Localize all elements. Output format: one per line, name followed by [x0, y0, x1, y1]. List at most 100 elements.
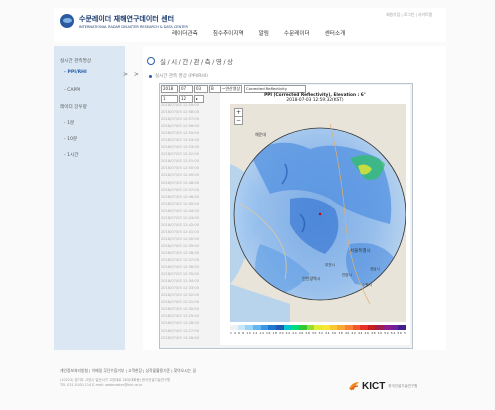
- logo-icon: [60, 14, 74, 28]
- colorbar-swatch: [398, 325, 407, 330]
- nav-item-radar-observation[interactable]: 레이더관측: [172, 29, 198, 37]
- time-list-item[interactable]: 2018/07/03 12:32:00: [161, 292, 220, 299]
- colorbar-swatch: [360, 325, 368, 330]
- colorbar-swatch: [314, 325, 322, 330]
- colorbar-swatch: [275, 325, 284, 330]
- main-content: 실/시/간/관/측/영/상 실시간 관측 영상 (PPI/RHI) 2018 0…: [143, 46, 446, 350]
- time-list-item[interactable]: 2018/07/03 12:31:00: [161, 299, 220, 306]
- time-list-item[interactable]: 2018/07/03 12:49:00: [161, 172, 220, 179]
- map-label-anyang: 안양시: [342, 272, 352, 277]
- zoom-control: + −: [234, 108, 243, 125]
- nav-item-center-intro[interactable]: 센터소개: [325, 29, 346, 37]
- logo-title: 수문레이더 재해연구데이터 센터: [79, 15, 175, 23]
- title-bullet-icon: [147, 57, 155, 65]
- time-list-item[interactable]: 2018/07/03 12:33:00: [161, 285, 220, 292]
- time-list-item[interactable]: 2018/07/03 12:59:00: [161, 102, 220, 109]
- time-list-item[interactable]: 2018/07/03 12:50:00: [161, 165, 220, 172]
- time-list-item[interactable]: 2018/07/03 12:26:00: [161, 335, 220, 342]
- colorbar-swatch: [321, 325, 330, 330]
- colorbar-swatch: [390, 325, 399, 330]
- map-label-seongnam: 성남시: [370, 266, 380, 271]
- colorbar-swatch: [252, 325, 261, 330]
- time-list-item[interactable]: 2018/07/03 12:38:00: [161, 250, 220, 257]
- page: 수문레이더 재해연구데이터 센터 INTERNATIONAL RADAR DIS…: [0, 0, 495, 410]
- colorbar-swatch: [344, 325, 353, 330]
- map-label-haeundae: 해운대: [255, 131, 266, 137]
- colorbar-swatch: [268, 325, 276, 330]
- time-list-item[interactable]: 2018/07/03 12:55:00: [161, 130, 220, 137]
- sidebar-item-radar-rainfall[interactable]: 레이더 강우량: [60, 104, 87, 110]
- colorbar-swatch: [383, 325, 391, 330]
- utility-links[interactable]: 회원가입 | 로그인 | 사이트맵: [386, 12, 432, 18]
- time-list-item[interactable]: 2018/07/03 12:48:00: [161, 180, 220, 187]
- year-select[interactable]: 2018: [161, 85, 178, 93]
- colorbar-swatch: [375, 325, 384, 330]
- colorbar-swatch: [306, 325, 315, 330]
- time-list-item[interactable]: 2018/07/03 12:57:00: [161, 116, 220, 123]
- colorbar-swatch: [237, 325, 246, 330]
- header: 수문레이더 재해연구데이터 센터 INTERNATIONAL RADAR DIS…: [54, 8, 446, 42]
- radar-site-marker: [318, 212, 322, 216]
- time-list-item[interactable]: 2018/07/03 12:47:00: [161, 187, 220, 194]
- time-list-item[interactable]: 2018/07/03 12:34:00: [161, 278, 220, 285]
- sidebar-item-cappi[interactable]: - CAPPI: [64, 88, 80, 93]
- sidebar-arrow-icon: > >: [123, 71, 141, 78]
- radar-map-svg: 해운대 서울특별시 인천광역시 부천시 수원시 성남시 안양시: [230, 104, 406, 322]
- time-list-item[interactable]: 2018/07/03 12:52:00: [161, 151, 220, 158]
- time-list-item[interactable]: 2018/07/03 12:37:00: [161, 257, 220, 264]
- nav-item-hydro-radar[interactable]: 수문레이더: [284, 29, 310, 37]
- subtitle-bullet-icon: [149, 74, 152, 78]
- map-timestamp: 2018-07-03 12:59:32(KST): [286, 98, 344, 103]
- time-list-item[interactable]: 2018/07/03 12:30:00: [161, 306, 220, 313]
- time-list-item[interactable]: 2018/07/03 12:53:00: [161, 144, 220, 151]
- footer-contact: TEL 031-9100-114 E-mail: webmaster@kict.…: [60, 383, 143, 387]
- nav-item-notice[interactable]: 알림: [259, 29, 269, 37]
- kict-logo-text: KICT: [362, 380, 386, 392]
- time-list-item[interactable]: 2018/07/03 12:58:00: [161, 109, 220, 116]
- sidebar-item-1min[interactable]: - 1분: [64, 120, 74, 126]
- time-list-item[interactable]: 2018/07/03 12:27:00: [161, 328, 220, 335]
- month-select[interactable]: 07: [179, 85, 193, 93]
- colorbar-swatch: [298, 325, 307, 330]
- date-controls: 2018 07 03 B 1 12 ▸: [161, 85, 221, 103]
- colorbar-swatch: [352, 325, 361, 330]
- colorbar-swatch: [283, 325, 292, 330]
- map-panel: ~연산영상 Corrected Reflectivity PPI (Correc…: [220, 85, 410, 345]
- time-list-item[interactable]: 2018/07/03 12:44:00: [161, 208, 220, 215]
- time-list-item[interactable]: 2018/07/03 12:42:00: [161, 222, 220, 229]
- kict-logo[interactable]: KICT 한국건설기술연구원: [348, 380, 417, 392]
- site-logo[interactable]: 수문레이더 재해연구데이터 센터 INTERNATIONAL RADAR DIS…: [60, 14, 188, 29]
- map-label-seoul: 서울특별시: [350, 247, 371, 254]
- day-select[interactable]: 03: [194, 85, 208, 93]
- footer-links[interactable]: 개인정보처리방침 | 이메일 무단수집거부 | 고객헌장 | 상작물활용기준 |…: [60, 368, 196, 374]
- footer: 개인정보처리방침 | 이메일 무단수집거부 | 고객헌장 | 상작물활용기준 |…: [54, 363, 446, 399]
- sidebar-item-realtime-image[interactable]: 실시간 관측영상: [60, 58, 91, 64]
- time-list-item[interactable]: 2018/07/03 12:40:00: [161, 236, 220, 243]
- time-list-item[interactable]: 2018/07/03 12:35:00: [161, 271, 220, 278]
- time-list-item[interactable]: 2018/07/03 12:51:00: [161, 158, 220, 165]
- zoom-in-button[interactable]: +: [235, 109, 242, 116]
- time-list-item[interactable]: 2018/07/03 12:39:00: [161, 243, 220, 250]
- sidebar-item-1hour[interactable]: - 1시간: [64, 152, 79, 158]
- sidebar-item-10min[interactable]: - 10분: [64, 136, 77, 142]
- map-label-suwon: 수원시: [362, 282, 372, 287]
- sidebar-item-ppi-rhi[interactable]: - PPI/RHI: [64, 70, 87, 75]
- radar-map[interactable]: 해운대 서울특별시 인천광역시 부천시 수원시 성남시 안양시 + −: [230, 104, 406, 322]
- zoom-out-button[interactable]: −: [235, 116, 242, 124]
- time-list-item[interactable]: 2018/07/03 12:43:00: [161, 215, 220, 222]
- time-list-item[interactable]: 2018/07/03 12:28:00: [161, 320, 220, 327]
- page-subtitle: 실시간 관측 영상 (PPI/RHI): [155, 74, 208, 79]
- time-list-item[interactable]: 2018/07/03 12:36:00: [161, 264, 220, 271]
- colorbar-swatch: [230, 325, 238, 330]
- time-list-item[interactable]: 2018/07/03 12:54:00: [161, 137, 220, 144]
- time-list-item[interactable]: 2018/07/03 12:41:00: [161, 229, 220, 236]
- time-list-item[interactable]: 2018/07/03 12:45:00: [161, 201, 220, 208]
- time-list-item[interactable]: 2018/07/03 12:29:00: [161, 313, 220, 320]
- colorbar-swatch: [260, 325, 269, 330]
- time-list-item[interactable]: 2018/07/03 12:56:00: [161, 123, 220, 130]
- nav-item-flood-area[interactable]: 침수추이지역: [213, 29, 244, 37]
- product-select[interactable]: Corrected Reflectivity: [244, 85, 306, 93]
- reflectivity-colorbar: [230, 325, 407, 330]
- colorbar-swatch: [367, 325, 376, 330]
- time-list-item[interactable]: 2018/07/03 12:46:00: [161, 194, 220, 201]
